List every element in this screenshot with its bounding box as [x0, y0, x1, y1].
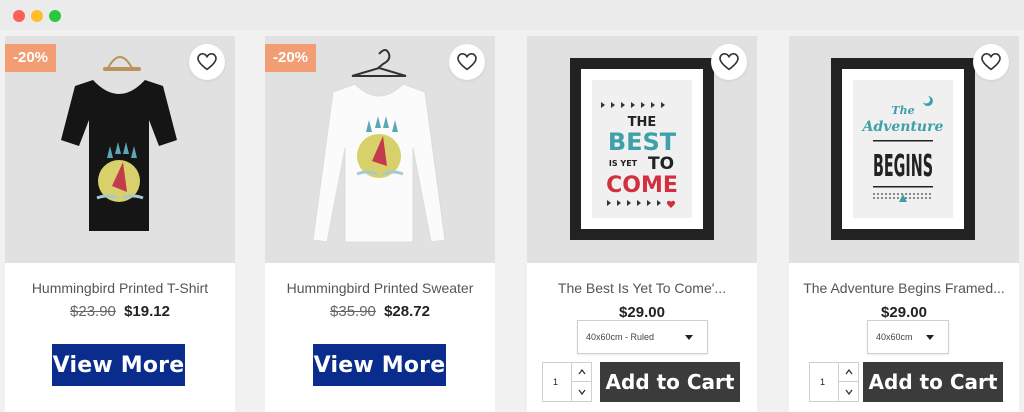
- regular-price: $23.90: [70, 303, 116, 320]
- product-title[interactable]: The Adventure Begins Framed...: [789, 280, 1019, 296]
- quantity-stepper[interactable]: 1: [542, 362, 592, 402]
- discount-badge: -20%: [265, 44, 316, 72]
- poster-text: BEST: [608, 128, 677, 156]
- variant-select-value: 40x60cm: [876, 332, 913, 342]
- product-card[interactable]: The Adventure BEGINS The Adventure Begin…: [789, 36, 1019, 412]
- stepper-controls: [838, 363, 858, 401]
- poster-text: COME: [606, 173, 678, 198]
- price-row: $35.90 $28.72: [265, 303, 495, 320]
- product-title[interactable]: The Best Is Yet To Come'...: [527, 280, 757, 296]
- poster-text: TO: [648, 154, 674, 174]
- discount-badge: -20%: [5, 44, 56, 72]
- wishlist-button[interactable]: [973, 44, 1009, 80]
- quantity-stepper[interactable]: 1: [809, 362, 859, 402]
- wishlist-button[interactable]: [711, 44, 747, 80]
- price-row: $23.90 $19.12: [5, 303, 235, 320]
- price-row: $29.00: [789, 304, 1019, 321]
- increment-button[interactable]: [839, 363, 858, 382]
- product-card[interactable]: -20% Hummingbird Printed Sweater $35.90 …: [265, 36, 495, 412]
- product-card[interactable]: THE BEST IS YET TO COME The Best Is Yet …: [527, 36, 757, 412]
- poster-text: IS YET: [609, 159, 638, 168]
- product-title[interactable]: Hummingbird Printed T-Shirt: [5, 280, 235, 296]
- wishlist-button[interactable]: [449, 44, 485, 80]
- chevron-down-icon: [844, 389, 853, 395]
- price-row: $29.00: [527, 304, 757, 321]
- chevron-down-icon: [926, 335, 934, 340]
- variant-select[interactable]: 40x60cm - Ruled: [577, 320, 708, 354]
- increment-button[interactable]: [572, 363, 591, 382]
- maximize-window-button[interactable]: [49, 10, 61, 22]
- price: $29.00: [619, 304, 665, 321]
- heart-icon: [197, 53, 217, 71]
- heart-icon: [981, 53, 1001, 71]
- heart-icon: [457, 53, 477, 71]
- variant-select[interactable]: 40x60cm: [867, 320, 949, 354]
- price: $29.00: [881, 304, 927, 321]
- variant-select-value: 40x60cm - Ruled: [586, 332, 655, 342]
- view-more-button[interactable]: View More: [313, 344, 446, 386]
- sale-price: $28.72: [384, 303, 430, 320]
- product-grid: -20% Hummingbird Printed T-Shirt $23.90 …: [0, 30, 1024, 412]
- heart-icon: [719, 53, 739, 71]
- view-more-button[interactable]: View More: [52, 344, 185, 386]
- sale-price: $19.12: [124, 303, 170, 320]
- regular-price: $35.90: [330, 303, 376, 320]
- product-card[interactable]: -20% Hummingbird Printed T-Shirt $23.90 …: [5, 36, 235, 412]
- poster-text: BEGINS: [873, 149, 933, 184]
- quantity-value[interactable]: 1: [820, 377, 825, 387]
- chevron-down-icon: [685, 335, 693, 340]
- stepper-controls: [571, 363, 591, 401]
- chevron-down-icon: [577, 389, 586, 395]
- product-image[interactable]: -20%: [5, 36, 235, 263]
- close-window-button[interactable]: [13, 10, 25, 22]
- decrement-button[interactable]: [572, 382, 591, 401]
- chevron-up-icon: [844, 369, 853, 375]
- decrement-button[interactable]: [839, 382, 858, 401]
- product-title[interactable]: Hummingbird Printed Sweater: [265, 280, 495, 296]
- product-image[interactable]: THE BEST IS YET TO COME: [527, 36, 757, 263]
- wishlist-button[interactable]: [189, 44, 225, 80]
- product-image[interactable]: -20%: [265, 36, 495, 263]
- poster-text: The: [891, 104, 914, 117]
- chevron-up-icon: [577, 369, 586, 375]
- add-to-cart-button[interactable]: Add to Cart: [600, 362, 740, 402]
- poster-text: Adventure: [861, 119, 944, 135]
- quantity-value[interactable]: 1: [553, 377, 558, 387]
- product-image[interactable]: The Adventure BEGINS: [789, 36, 1019, 263]
- minimize-window-button[interactable]: [31, 10, 43, 22]
- add-to-cart-button[interactable]: Add to Cart: [863, 362, 1003, 402]
- window-title-bar: [0, 0, 1024, 30]
